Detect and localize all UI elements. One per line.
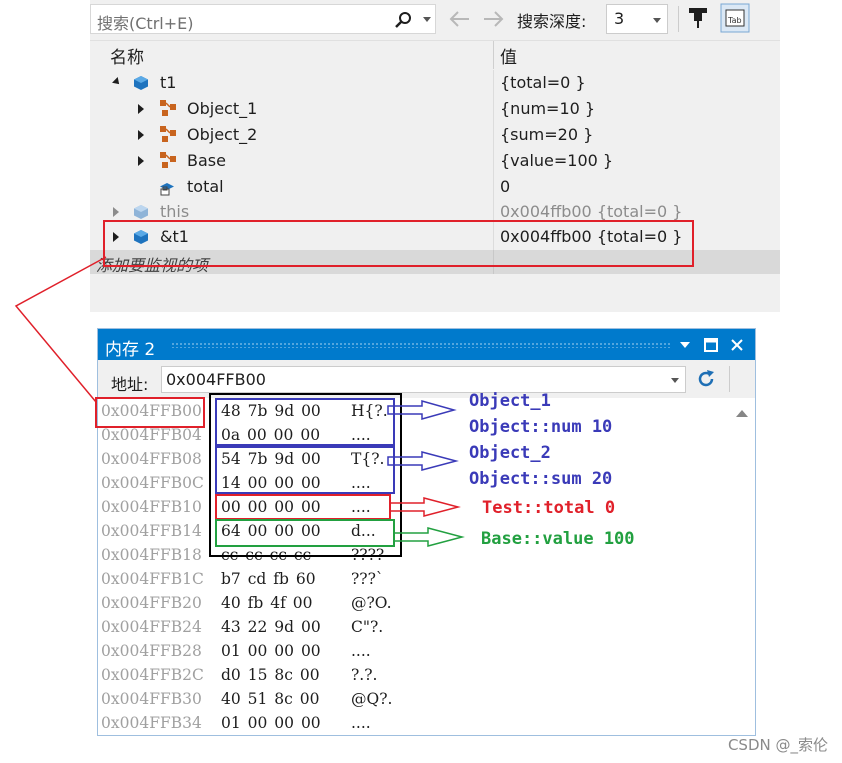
annotation-object-1-member: Object::num 10 [469, 417, 613, 437]
annotation-overlay [14, 220, 694, 557]
annotation-object-2: Object_2 [469, 443, 551, 463]
annotation-object-1: Object_1 [469, 391, 551, 411]
total-box [215, 494, 391, 520]
arrow-object-1 [387, 400, 457, 420]
arrow-object-2 [387, 451, 459, 471]
watermark: CSDN @_索伦 [727, 736, 828, 754]
object-2-box [215, 446, 395, 494]
annotation-object-2-member: Object::sum 20 [469, 469, 613, 489]
arrow-base [393, 527, 465, 547]
object-layout-box [209, 393, 402, 557]
connector-line [14, 256, 107, 403]
highlight-t1-box [103, 220, 694, 267]
object-1-box [215, 398, 395, 446]
base-box [215, 519, 395, 547]
annotation-base-value: Base::value 100 [481, 529, 635, 549]
highlight-address-box [95, 397, 205, 428]
annotation-test-total: Test::total 0 [482, 498, 616, 518]
